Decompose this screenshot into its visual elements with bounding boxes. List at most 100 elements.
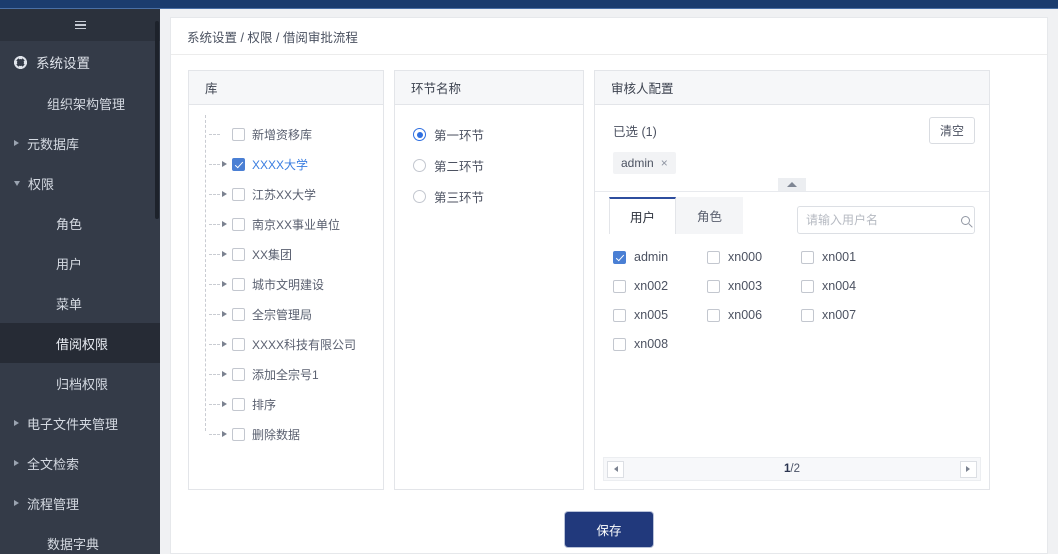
library-tree: 新增资移库 XXXX大学 江苏XX大学 南京XX事业单位 XX集团 城市文明建设全宗管理局… xyxy=(189,105,383,449)
sidebar-item-label: 数据字典 xyxy=(47,536,100,552)
search-box[interactable] xyxy=(797,206,975,234)
tree-row[interactable]: 南京XX事业单位 xyxy=(203,209,383,239)
radio-icon[interactable] xyxy=(413,190,426,203)
tree-row[interactable]: 排序 xyxy=(203,389,383,419)
user-checkbox-item[interactable]: xn003 xyxy=(707,279,801,293)
radio-icon[interactable] xyxy=(413,159,426,172)
tree-checkbox[interactable] xyxy=(232,427,245,441)
sidebar-item-9[interactable]: 全文检索 xyxy=(0,443,160,483)
user-name-label: admin xyxy=(634,250,669,264)
tree-row[interactable]: XXXX大学 xyxy=(203,149,383,179)
chevron-right-icon[interactable] xyxy=(14,420,19,426)
tree-connector xyxy=(209,163,220,165)
user-checkbox-grid: admin xn000 xn001 xn002 xn003 xn004 xn005 xn006… xyxy=(595,234,989,351)
tree-checkbox[interactable] xyxy=(232,247,245,261)
sidebar-item-0[interactable]: 组织架构管理 xyxy=(0,83,160,123)
sidebar-item-8[interactable]: 电子文件夹管理 xyxy=(0,403,160,443)
expand-icon[interactable] xyxy=(222,221,227,227)
tree-checkbox[interactable] xyxy=(232,337,245,351)
user-checkbox[interactable] xyxy=(613,279,626,293)
user-checkbox-item[interactable]: admin xyxy=(613,250,707,264)
close-icon[interactable]: × xyxy=(661,156,668,170)
search-input[interactable] xyxy=(806,213,961,227)
user-checkbox-item[interactable]: xn000 xyxy=(707,250,801,264)
breadcrumb: 系统设置 / 权限 / 借阅审批流程 xyxy=(171,18,1047,55)
user-checkbox-item[interactable]: xn008 xyxy=(613,337,707,351)
tree-row[interactable]: XXXX科技有限公司 xyxy=(203,329,383,359)
save-button[interactable]: 保存 xyxy=(565,512,653,547)
expand-icon[interactable] xyxy=(222,251,227,257)
chevron-up-icon[interactable] xyxy=(778,178,806,191)
sidebar-item-11[interactable]: 数据字典 xyxy=(0,523,160,554)
tab-1[interactable]: 角色 xyxy=(676,197,744,234)
sidebar-item-system-settings[interactable]: 系统设置 xyxy=(0,41,160,83)
stage-radio-2[interactable]: 第三环节 xyxy=(413,181,583,212)
user-checkbox-item[interactable]: xn001 xyxy=(801,250,895,264)
sidebar-item-4[interactable]: 用户 xyxy=(0,243,160,283)
panel-reviewer: 审核人配置 已选 (1) 清空 admin × 用户 角色 请输入用户名 adm… xyxy=(594,70,990,490)
chevron-down-icon[interactable] xyxy=(14,180,20,186)
expand-icon[interactable] xyxy=(222,191,227,197)
sidebar-toggle[interactable] xyxy=(0,9,160,41)
radio-icon[interactable] xyxy=(413,128,426,141)
expand-icon[interactable] xyxy=(222,401,227,407)
user-checkbox[interactable] xyxy=(801,279,814,293)
tree-row[interactable]: 城市文明建设 xyxy=(203,269,383,299)
tree-item-label: 全宗管理局 xyxy=(252,307,313,322)
hamburger-icon[interactable] xyxy=(74,20,86,30)
expand-icon[interactable] xyxy=(222,311,227,317)
tab-0[interactable]: 用户 xyxy=(609,197,677,234)
sidebar-item-2[interactable]: 权限 xyxy=(0,163,160,203)
sidebar-item-1[interactable]: 元数据库 xyxy=(0,123,160,163)
chevron-left-icon[interactable] xyxy=(607,460,624,478)
expand-icon[interactable] xyxy=(222,341,227,347)
panel-library-title: 库 xyxy=(189,71,383,105)
expand-icon[interactable] xyxy=(222,371,227,377)
sidebar-item-7[interactable]: 归档权限 xyxy=(0,363,160,403)
search-icon[interactable] xyxy=(961,215,970,225)
chevron-right-icon[interactable] xyxy=(14,140,19,146)
tree-checkbox[interactable] xyxy=(232,217,245,231)
chevron-right-icon[interactable] xyxy=(959,460,977,478)
tree-row[interactable]: 全宗管理局 xyxy=(203,299,383,329)
user-checkbox[interactable] xyxy=(707,308,720,322)
stage-radio-1[interactable]: 第二环节 xyxy=(413,150,583,181)
expand-icon[interactable] xyxy=(222,161,227,167)
sidebar-item-6[interactable]: 借阅权限 xyxy=(0,323,160,363)
tree-checkbox[interactable] xyxy=(232,307,245,321)
sidebar-item-10[interactable]: 流程管理 xyxy=(0,483,160,523)
tree-checkbox[interactable] xyxy=(232,127,245,141)
chevron-right-icon[interactable] xyxy=(14,460,19,466)
user-checkbox[interactable] xyxy=(707,250,720,264)
tree-row[interactable]: 新增资移库 xyxy=(203,119,383,149)
tree-checkbox[interactable] xyxy=(232,157,245,171)
expand-icon[interactable] xyxy=(222,281,227,287)
tree-row[interactable]: 添加全宗号1 xyxy=(203,359,383,389)
tree-row[interactable]: XX集团 xyxy=(203,239,383,269)
user-checkbox[interactable] xyxy=(613,250,626,264)
tree-row[interactable]: 江苏XX大学 xyxy=(203,179,383,209)
clear-button[interactable]: 清空 xyxy=(928,117,975,144)
user-checkbox-item[interactable]: xn004 xyxy=(801,279,895,293)
sidebar-item-5[interactable]: 菜单 xyxy=(0,283,160,323)
user-checkbox[interactable] xyxy=(613,337,626,351)
stage-radio-0[interactable]: 第一环节 xyxy=(413,119,583,150)
chevron-right-icon[interactable] xyxy=(14,500,19,506)
user-checkbox[interactable] xyxy=(707,279,720,293)
tree-checkbox[interactable] xyxy=(232,397,245,411)
user-checkbox-item[interactable]: xn005 xyxy=(613,308,707,322)
sidebar-item-3[interactable]: 角色 xyxy=(0,203,160,243)
user-checkbox[interactable] xyxy=(801,250,814,264)
user-name-label: xn004 xyxy=(822,279,857,293)
expand-icon[interactable] xyxy=(222,431,227,437)
tree-row[interactable]: 删除数据 xyxy=(203,419,383,449)
user-checkbox-item[interactable]: xn002 xyxy=(613,279,707,293)
tree-checkbox[interactable] xyxy=(232,277,245,291)
user-checkbox-item[interactable]: xn007 xyxy=(801,308,895,322)
user-checkbox-item[interactable]: xn006 xyxy=(707,308,801,322)
sidebar-scrollbar[interactable] xyxy=(155,21,159,219)
tree-checkbox[interactable] xyxy=(232,187,245,201)
user-checkbox[interactable] xyxy=(801,308,814,322)
tree-checkbox[interactable] xyxy=(232,367,245,381)
user-checkbox[interactable] xyxy=(613,308,626,322)
